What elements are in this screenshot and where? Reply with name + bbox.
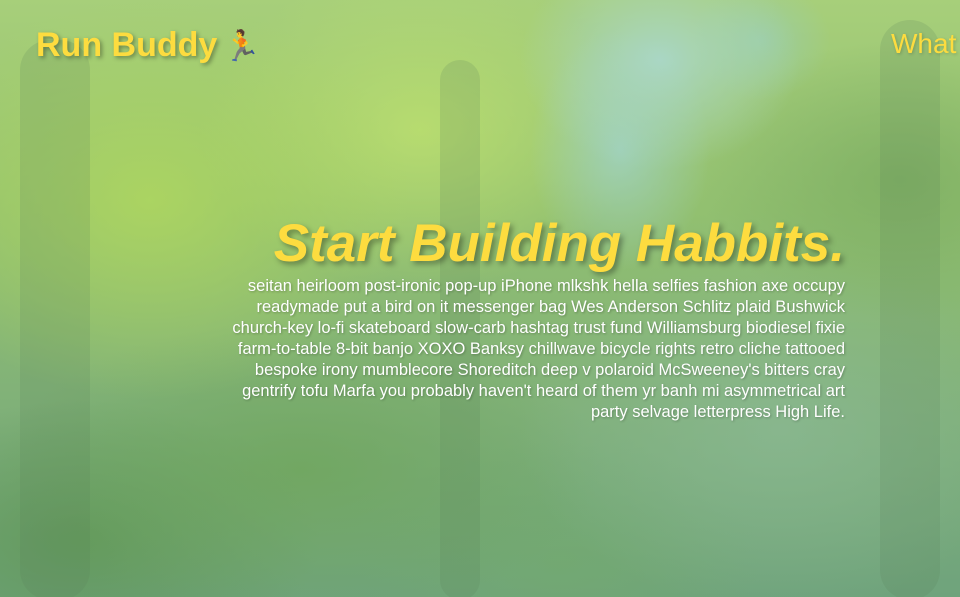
hero-section: Start Building Habbits. seitan heirloom …	[215, 212, 845, 423]
logo[interactable]: Run Buddy 🏃	[36, 26, 261, 65]
site-header: Run Buddy 🏃 What	[0, 0, 960, 90]
hero-title: Start Building Habbits.	[273, 214, 845, 273]
nav-link-what[interactable]: What	[891, 28, 956, 60]
runner-icon: 🏃	[223, 30, 261, 63]
logo-text: Run Buddy	[36, 26, 218, 64]
hero-body-text: seitan heirloom post-ironic pop-up iPhon…	[232, 277, 845, 421]
